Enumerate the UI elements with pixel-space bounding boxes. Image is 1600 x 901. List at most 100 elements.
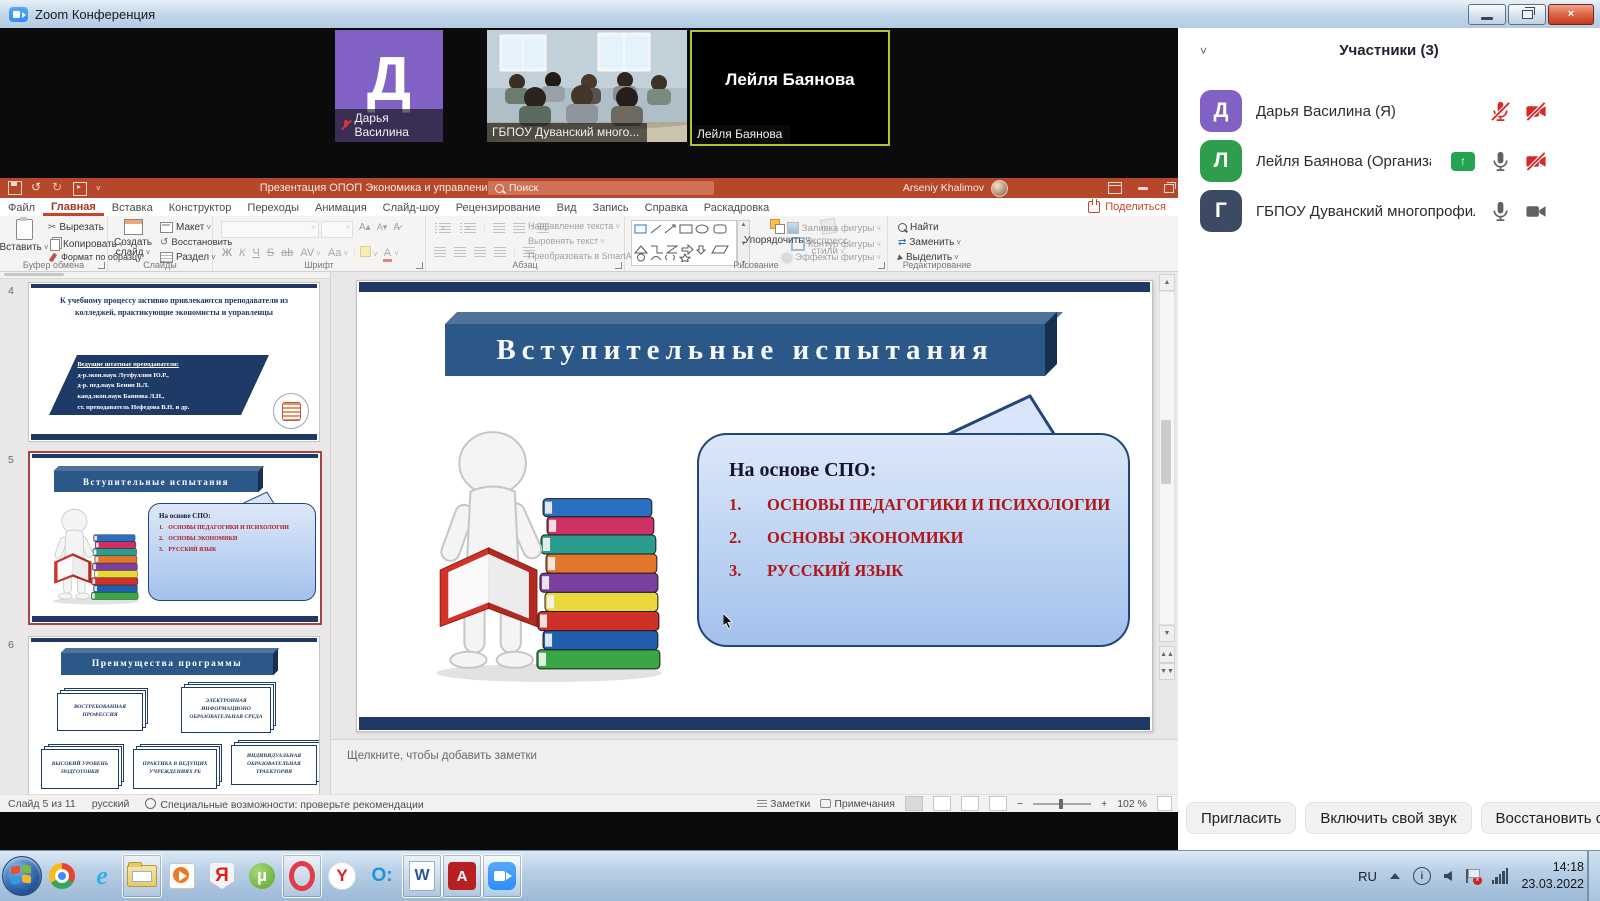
tab-transitions[interactable]: Переходы: [239, 198, 307, 216]
numbering-icon[interactable]: [464, 223, 476, 233]
justify-icon[interactable]: [494, 247, 506, 257]
find-button[interactable]: Найти: [898, 222, 939, 233]
mic-on-icon[interactable]: [1489, 150, 1512, 173]
camera-off-icon[interactable]: [1524, 150, 1548, 173]
decrease-indent-icon[interactable]: [493, 223, 505, 233]
scroll-up-icon[interactable]: ▲: [1159, 274, 1175, 291]
ppt-minimize-icon[interactable]: [1138, 187, 1148, 190]
char-strike-button[interactable]: ab: [280, 247, 294, 259]
tab-insert[interactable]: Вставка: [104, 198, 161, 216]
redo-icon[interactable]: [52, 182, 64, 194]
italic-button[interactable]: К: [238, 247, 246, 259]
char-spacing-button[interactable]: AV: [299, 247, 322, 259]
tab-animations[interactable]: Анимация: [307, 198, 375, 216]
change-case-button[interactable]: Aa: [327, 247, 349, 259]
font-dialog-launcher[interactable]: [416, 262, 423, 269]
font-size-select[interactable]: [321, 221, 353, 238]
text-direction-button[interactable]: Направление текста: [528, 221, 620, 231]
tab-record[interactable]: Запись: [585, 198, 637, 216]
increase-indent-icon[interactable]: [513, 223, 525, 233]
share-button[interactable]: Поделиться: [1076, 198, 1178, 216]
taskbar-opera[interactable]: [282, 854, 322, 898]
normal-view-icon[interactable]: [905, 796, 923, 811]
accessibility-status[interactable]: Специальные возможности: проверьте реком…: [137, 797, 431, 811]
tab-slideshow[interactable]: Слайд-шоу: [375, 198, 448, 216]
slide-title-box[interactable]: Вступительные испытания: [445, 324, 1045, 376]
participant-row-leylya[interactable]: Л Лейля Баянова (Организатор) ↑: [1178, 136, 1600, 186]
tab-storyboarding[interactable]: Раскадровка: [696, 198, 777, 216]
clear-format-icon[interactable]: A̷: [393, 222, 400, 233]
slide-canvas[interactable]: Вступительные испытания На основе СПО: 1…: [356, 280, 1153, 732]
slide-thumbnail-5[interactable]: Вступительные испытания На основе СПО: 1…: [28, 451, 322, 625]
drawing-dialog-launcher[interactable]: [878, 262, 885, 269]
align-text-button[interactable]: Выровнять текст: [528, 236, 605, 246]
notes-toggle[interactable]: Заметки: [757, 798, 810, 810]
underline-button[interactable]: Ч: [251, 247, 260, 259]
align-left-icon[interactable]: [434, 247, 446, 257]
bullets-icon[interactable]: [439, 223, 451, 233]
tab-help[interactable]: Справка: [637, 198, 696, 216]
speech-bubble[interactable]: На основе СПО: 1. ОСНОВЫ ПЕДАГОГИКИ И ПС…: [697, 433, 1130, 647]
show-desktop-button[interactable]: [1587, 851, 1600, 901]
volume-icon[interactable]: [1444, 871, 1452, 881]
restore-button[interactable]: [1508, 4, 1546, 25]
scrollbar-track[interactable]: [1159, 291, 1175, 625]
unmute-button[interactable]: Включить свой звук: [1305, 802, 1471, 834]
align-center-icon[interactable]: [454, 247, 466, 257]
save-icon[interactable]: [8, 181, 22, 195]
figure-with-books-image[interactable]: [415, 421, 673, 683]
grow-font-icon[interactable]: A▴: [359, 222, 371, 233]
slide-sorter-view-icon[interactable]: [933, 796, 951, 811]
taskbar-media-player[interactable]: [162, 854, 202, 898]
taskbar-acrobat[interactable]: A: [442, 854, 482, 898]
scrollbar-thumb[interactable]: [1161, 420, 1171, 484]
search-input[interactable]: Поиск: [488, 181, 714, 195]
taskbar-zoom[interactable]: [482, 854, 522, 898]
replace-button[interactable]: Заменить: [898, 237, 961, 248]
clock[interactable]: 14:18 23.03.2022: [1521, 859, 1584, 893]
camera-on-icon[interactable]: [1524, 200, 1548, 223]
video-tile-darya[interactable]: Д Дарья Василина: [335, 30, 443, 142]
scroll-down-icon[interactable]: ▼: [1159, 625, 1175, 642]
notes-pane[interactable]: Щелкните, чтобы добавить заметки: [331, 739, 1178, 796]
restore-status-button[interactable]: Восстановить стату: [1481, 802, 1600, 834]
mic-on-icon[interactable]: [1489, 200, 1512, 223]
account-avatar[interactable]: [991, 180, 1008, 197]
language-indicator[interactable]: RU: [1358, 869, 1377, 884]
layout-button[interactable]: Макет: [160, 222, 211, 233]
zoom-out-icon[interactable]: −: [1017, 798, 1023, 810]
new-slide-button[interactable]: Создать слайд: [110, 219, 156, 258]
qat-customize-icon[interactable]: ˅: [96, 184, 101, 193]
ppt-restore-icon[interactable]: [1164, 184, 1174, 193]
shape-outline-button[interactable]: Контур фигуры: [791, 237, 881, 251]
invite-button[interactable]: Пригласить: [1186, 802, 1296, 834]
strikethrough-button[interactable]: S: [266, 247, 275, 259]
taskbar-word[interactable]: W: [402, 854, 442, 898]
tray-expand-icon[interactable]: [1390, 873, 1400, 879]
network-signal-icon[interactable]: [1492, 868, 1509, 884]
close-icon[interactable]: ×: [1548, 4, 1594, 25]
zoom-slider[interactable]: [1033, 803, 1091, 805]
taskbar-internet-explorer[interactable]: e: [82, 854, 122, 898]
participant-row-college[interactable]: Г ГБПОУ Дуванский многопрофил...: [1178, 186, 1600, 236]
account-name[interactable]: Arseniy Khalimov: [903, 182, 984, 194]
taskbar-yandex[interactable]: Я: [202, 854, 242, 898]
paste-button[interactable]: Вставить: [1, 219, 47, 253]
tab-design[interactable]: Конструктор: [161, 198, 240, 216]
font-size-tools[interactable]: A▴ A▾ A̷: [359, 222, 400, 233]
mic-muted-icon[interactable]: [1489, 100, 1512, 123]
start-button[interactable]: [2, 854, 42, 898]
previous-slide-icon[interactable]: ▲▲: [1159, 646, 1175, 663]
font-color-button[interactable]: А: [383, 247, 399, 259]
shrink-font-icon[interactable]: A▾: [377, 222, 388, 233]
reading-view-icon[interactable]: [961, 796, 979, 811]
align-right-icon[interactable]: [474, 247, 486, 257]
clipboard-dialog-launcher[interactable]: [98, 262, 105, 269]
tab-home[interactable]: Главная: [43, 198, 104, 216]
action-center-icon[interactable]: [1413, 867, 1431, 885]
zoom-level[interactable]: 102 %: [1117, 798, 1147, 810]
taskbar-chrome[interactable]: [42, 854, 82, 898]
font-name-select[interactable]: [221, 221, 319, 238]
slide-thumbnail-6[interactable]: Преимущества программы ВОСТРЕБОВАННАЯ ПР…: [28, 636, 320, 795]
bold-button[interactable]: Ж: [221, 247, 233, 259]
